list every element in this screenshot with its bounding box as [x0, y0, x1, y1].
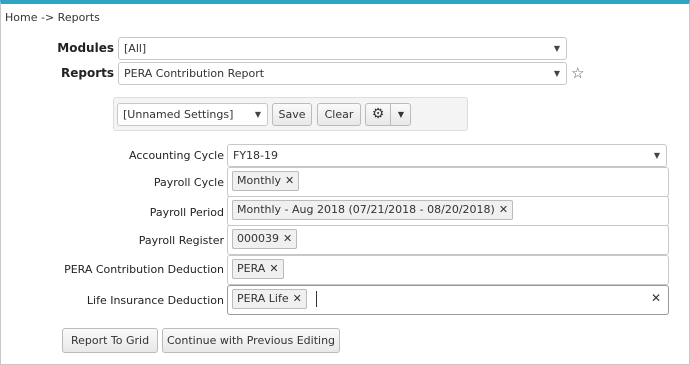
save-button[interactable]: Save: [272, 103, 312, 126]
tag-chip: Monthly - Aug 2018 (07/21/2018 - 08/20/2…: [232, 200, 514, 220]
tag-chip: Monthly ✕: [232, 171, 300, 191]
modules-select[interactable]: [All] ▼: [118, 37, 567, 60]
text-cursor: [316, 291, 318, 307]
clear-all-icon[interactable]: ✕: [651, 291, 661, 305]
settings-menu-button[interactable]: ⚙ ▼: [365, 103, 411, 126]
chevron-down-icon: ▼: [397, 110, 405, 119]
modules-value: [All]: [124, 42, 147, 55]
payroll-register-multiselect[interactable]: 000039 ✕: [227, 225, 669, 255]
payroll-register-label: Payroll Register: [138, 234, 224, 247]
remove-tag-icon[interactable]: ✕: [499, 203, 508, 216]
clear-button[interactable]: Clear: [317, 103, 361, 126]
remove-tag-icon[interactable]: ✕: [283, 232, 292, 245]
reports-select[interactable]: PERA Contribution Report ▼: [118, 62, 567, 85]
pera-contribution-multiselect[interactable]: PERA ✕: [227, 255, 669, 285]
settings-panel: [Unnamed Settings] ▼ Save Clear ⚙ ▼: [113, 97, 468, 131]
tag-chip: PERA ✕: [232, 259, 284, 279]
payroll-cycle-multiselect[interactable]: Monthly ✕: [227, 167, 669, 197]
remove-tag-icon[interactable]: ✕: [285, 174, 294, 187]
pera-contribution-label: PERA Contribution Deduction: [64, 263, 224, 276]
saved-settings-value: [Unnamed Settings]: [123, 108, 234, 121]
payroll-period-multiselect[interactable]: Monthly - Aug 2018 (07/21/2018 - 08/20/2…: [227, 196, 669, 226]
accounting-cycle-select[interactable]: FY18-19 ▼: [227, 144, 667, 167]
reports-label: Reports: [60, 66, 114, 80]
chevron-down-icon: ▼: [254, 110, 261, 119]
accounting-cycle-label: Accounting Cycle: [129, 149, 224, 162]
saved-settings-select[interactable]: [Unnamed Settings] ▼: [117, 103, 268, 126]
remove-tag-icon[interactable]: ✕: [293, 292, 302, 305]
modules-label: Modules: [57, 41, 114, 55]
continue-editing-button[interactable]: Continue with Previous Editing: [162, 328, 340, 353]
chevron-down-icon: ▼: [653, 151, 660, 160]
reports-value: PERA Contribution Report: [124, 67, 265, 80]
favorite-star-icon[interactable]: ☆: [571, 64, 584, 82]
remove-tag-icon[interactable]: ✕: [269, 262, 278, 275]
tag-chip: 000039 ✕: [232, 229, 298, 249]
life-insurance-multiselect[interactable]: PERA Life ✕ ✕: [227, 285, 669, 315]
chevron-down-icon: ▼: [553, 69, 560, 78]
payroll-cycle-label: Payroll Cycle: [153, 176, 224, 189]
accounting-cycle-value: FY18-19: [233, 149, 279, 162]
breadcrumb: Home -> Reports: [5, 11, 100, 24]
tag-chip: PERA Life ✕: [232, 289, 307, 309]
report-to-grid-button[interactable]: Report To Grid: [62, 328, 158, 353]
payroll-period-label: Payroll Period: [149, 206, 224, 219]
life-insurance-label: Life Insurance Deduction: [86, 294, 224, 307]
chevron-down-icon: ▼: [553, 44, 560, 53]
gear-icon: ⚙: [366, 104, 391, 125]
